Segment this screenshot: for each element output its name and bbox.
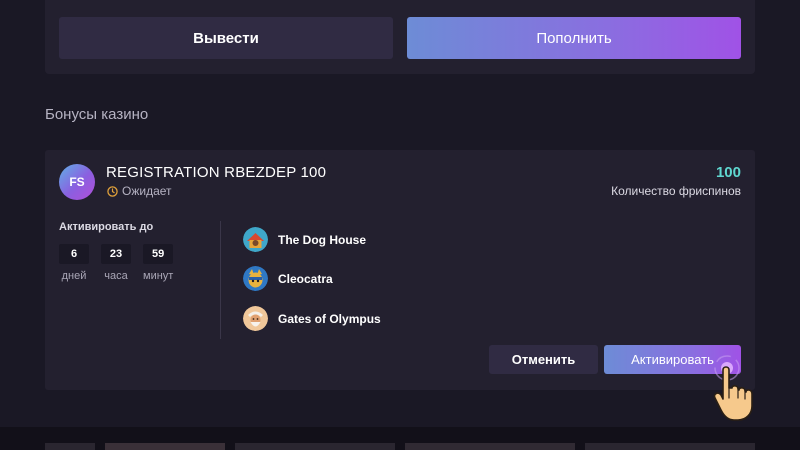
dog-house-icon — [243, 227, 268, 252]
timer-minutes-label: минут — [143, 270, 174, 282]
cleocatra-icon — [243, 266, 268, 291]
gates-of-olympus-icon — [243, 306, 268, 331]
game-item[interactable]: The Dog House — [243, 227, 366, 252]
bottom-strip — [0, 427, 800, 450]
wallet-panel: Вывести Пополнить — [45, 0, 755, 74]
timer-days-value: 6 — [59, 244, 89, 264]
thumbnail — [45, 443, 95, 450]
spins-label: Количество фриспинов — [611, 184, 741, 198]
activate-until-label: Активировать до — [59, 221, 154, 233]
timer-minutes-value: 59 — [143, 244, 174, 264]
thumbnail — [105, 443, 225, 450]
spins-count: 100 — [715, 164, 741, 181]
thumbnail — [405, 443, 575, 450]
cancel-button[interactable]: Отменить — [489, 345, 598, 374]
game-name: Gates of Olympus — [278, 311, 381, 326]
game-name: Cleocatra — [278, 271, 333, 286]
freespins-avatar: FS — [59, 164, 95, 200]
thumbnail — [585, 443, 755, 450]
game-item[interactable]: Gates of Olympus — [243, 306, 381, 331]
game-name: The Dog House — [278, 232, 367, 247]
game-item[interactable]: Cleocatra — [243, 266, 333, 291]
bonus-name: REGISTRATION RBEZDEP 100 — [106, 164, 327, 181]
section-title: Бонусы казино — [45, 106, 149, 123]
timer-days: 6 дней — [59, 244, 89, 282]
timer-hours-value: 23 — [101, 244, 131, 264]
thumbnail — [235, 443, 395, 450]
timer-minutes: 59 минут — [143, 244, 173, 282]
timer-hours-label: часа — [104, 270, 128, 282]
deposit-button[interactable]: Пополнить — [407, 17, 741, 59]
timer-days-label: дней — [61, 270, 87, 282]
bonus-card: FS REGISTRATION RBEZDEP 100 Ожидает 100 … — [45, 150, 755, 390]
timer-hours: 23 часа — [101, 244, 131, 282]
bonus-status-text: Ожидает — [122, 184, 172, 198]
withdraw-button[interactable]: Вывести — [59, 17, 393, 59]
card-divider — [220, 221, 221, 339]
bonus-status: Ожидает — [107, 184, 172, 198]
pointer-hand-icon — [713, 355, 753, 421]
clock-icon — [107, 185, 118, 197]
